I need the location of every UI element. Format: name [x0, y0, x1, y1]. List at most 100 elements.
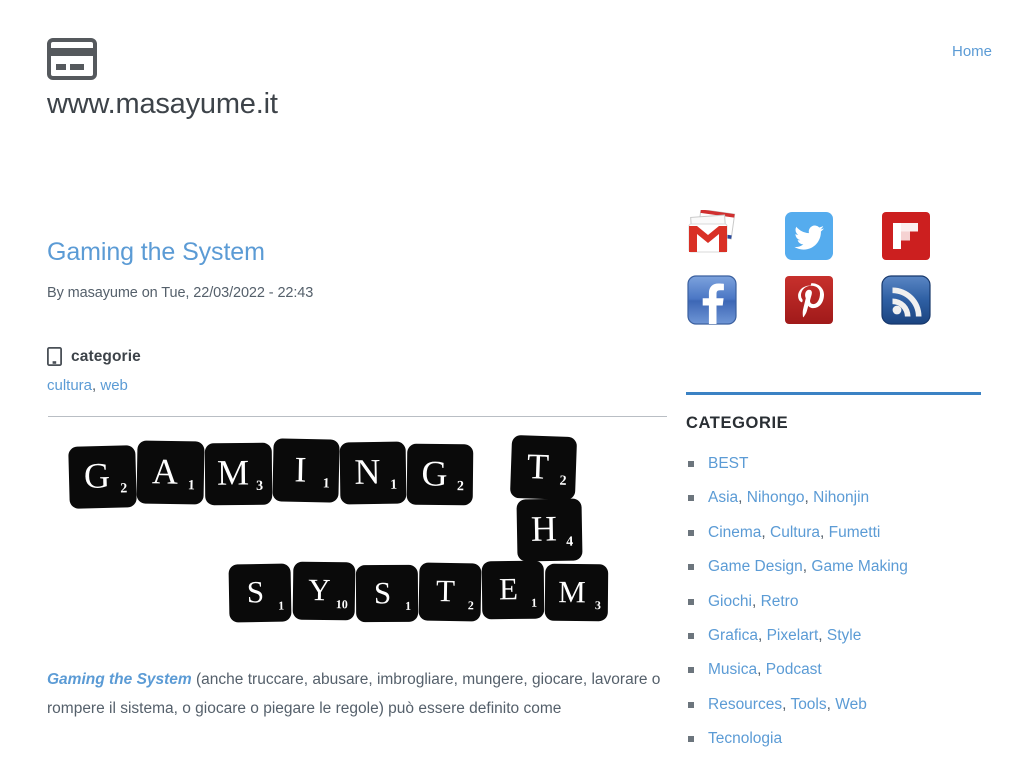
- scrabble-tile: I 1: [272, 438, 340, 503]
- facebook-icon[interactable]: [686, 274, 738, 326]
- bullet-icon: [688, 632, 694, 639]
- rss-icon[interactable]: [880, 274, 932, 326]
- list-item: Tecnologia: [686, 730, 981, 748]
- tablet-icon: [47, 347, 62, 366]
- sidebar-divider: [686, 392, 981, 395]
- list-item: Game Design, Game Making: [686, 558, 981, 576]
- article-main: Gaming the System By masayume on Tue, 22…: [47, 237, 667, 723]
- article-categories-label: categorie: [71, 347, 141, 365]
- scrabble-tile: S 1: [355, 564, 419, 623]
- category-link[interactable]: Resources: [708, 696, 782, 713]
- bullet-icon: [688, 667, 694, 674]
- page-root: www.masayume.it Home Gaming the System B…: [0, 0, 1024, 768]
- article-categories-header: categorie: [47, 347, 667, 366]
- list-item: Grafica, Pixelart, Style: [686, 627, 981, 645]
- bullet-icon: [688, 564, 694, 571]
- article-divider: [47, 416, 667, 417]
- scrabble-tile: N 1: [339, 441, 407, 505]
- list-item: Resources, Tools, Web: [686, 696, 981, 714]
- category-link[interactable]: Cinema: [708, 524, 761, 541]
- article-figure: G 2 A 1 M 3 I 1 N 1 G 2 T 2 H 4 S 1 Y 10…: [47, 431, 647, 643]
- scrabble-tile: G 2: [68, 445, 137, 509]
- content-area: Gaming the System By masayume on Tue, 22…: [0, 175, 1024, 768]
- scrabble-tile: S 1: [228, 563, 292, 623]
- scrabble-value: 2: [456, 479, 464, 495]
- category-link[interactable]: Fumetti: [829, 524, 881, 541]
- scrabble-tile: A 1: [136, 440, 205, 505]
- site-header: www.masayume.it Home: [0, 0, 1024, 175]
- social-links: [686, 210, 981, 326]
- scrabble-value: 1: [322, 476, 330, 492]
- bullet-icon: [688, 598, 694, 605]
- nav-item-home[interactable]: Home: [952, 43, 992, 60]
- credit-card-icon: [47, 38, 97, 80]
- scrabble-tile: H 4: [516, 498, 583, 562]
- scrabble-value: 2: [559, 473, 567, 489]
- category-link[interactable]: Game Making: [811, 558, 907, 575]
- pinterest-icon[interactable]: [783, 274, 835, 326]
- scrabble-letter: T: [526, 445, 550, 487]
- scrabble-tile: M 3: [544, 563, 609, 622]
- category-link[interactable]: BEST: [708, 455, 748, 472]
- list-item: Musica, Podcast: [686, 661, 981, 679]
- scrabble-value: 1: [390, 477, 398, 493]
- list-item: BEST: [686, 455, 981, 473]
- article-byline: By masayume on Tue, 22/03/2022 - 22:43: [47, 285, 314, 301]
- scrabble-tile: G 2: [406, 443, 474, 506]
- category-link[interactable]: Nihonjin: [813, 489, 869, 506]
- category-link[interactable]: Grafica: [708, 627, 758, 644]
- category-link[interactable]: Game Design: [708, 558, 803, 575]
- list-item: Cinema, Cultura, Fumetti: [686, 524, 981, 542]
- article-categories: categorie cultura, web: [47, 347, 667, 394]
- article-category-link[interactable]: web: [100, 377, 128, 394]
- category-link[interactable]: Web: [835, 696, 867, 713]
- scrabble-tile: Y 10: [292, 561, 356, 621]
- article-category-link[interactable]: cultura: [47, 377, 92, 394]
- sidebar: CATEGORIE BEST Asia, Nihongo, Nihonjin C…: [686, 210, 981, 765]
- scrabble-value: 1: [531, 595, 538, 610]
- article-body: Gaming the System (anche truccare, abusa…: [47, 665, 662, 723]
- scrabble-tile: E 1: [481, 560, 545, 620]
- list-item: Giochi, Retro: [686, 593, 981, 611]
- scrabble-value: 3: [256, 478, 264, 494]
- scrabble-value: 2: [120, 481, 128, 497]
- category-link[interactable]: Pixelart: [767, 627, 819, 644]
- scrabble-value: 1: [405, 598, 412, 613]
- gmail-icon[interactable]: [686, 210, 738, 262]
- category-link[interactable]: Retro: [761, 593, 799, 610]
- site-title: www.masayume.it: [47, 88, 278, 120]
- scrabble-tile: M 3: [204, 442, 273, 506]
- article-title: Gaming the System: [47, 238, 265, 266]
- scrabble-value: 1: [278, 598, 285, 613]
- main-nav: Home: [724, 43, 1024, 61]
- category-link[interactable]: Style: [827, 627, 861, 644]
- scrabble-value: 1: [187, 478, 195, 494]
- article-body-link[interactable]: Gaming the System: [47, 671, 192, 688]
- scrabble-value: 2: [467, 598, 474, 613]
- category-link[interactable]: Podcast: [766, 661, 822, 678]
- scrabble-tile: T 2: [509, 434, 578, 501]
- scrabble-value: 3: [594, 598, 601, 613]
- bullet-icon: [688, 529, 694, 536]
- sidebar-categories-title: CATEGORIE: [686, 414, 789, 432]
- category-link[interactable]: Tools: [790, 696, 826, 713]
- category-link[interactable]: Giochi: [708, 593, 752, 610]
- twitter-icon[interactable]: [783, 210, 835, 262]
- article-categories-links: cultura, web: [47, 377, 667, 394]
- bullet-icon: [688, 736, 694, 743]
- bullet-icon: [688, 701, 694, 708]
- sidebar-categories-list: BEST Asia, Nihongo, Nihonjin Cinema, Cul…: [686, 455, 981, 748]
- category-link[interactable]: Nihongo: [747, 489, 805, 506]
- bullet-icon: [688, 495, 694, 502]
- category-link[interactable]: Cultura: [770, 524, 820, 541]
- list-item: Asia, Nihongo, Nihonjin: [686, 489, 981, 507]
- scrabble-tile: T 2: [418, 562, 482, 622]
- category-link[interactable]: Musica: [708, 661, 757, 678]
- scrabble-value: 4: [566, 534, 574, 550]
- category-link[interactable]: Asia: [708, 489, 738, 506]
- category-link[interactable]: Tecnologia: [708, 730, 782, 747]
- site-logo-link[interactable]: [47, 38, 97, 80]
- scrabble-value: 10: [335, 597, 348, 612]
- bullet-icon: [688, 461, 694, 467]
- flipboard-icon[interactable]: [880, 210, 932, 262]
